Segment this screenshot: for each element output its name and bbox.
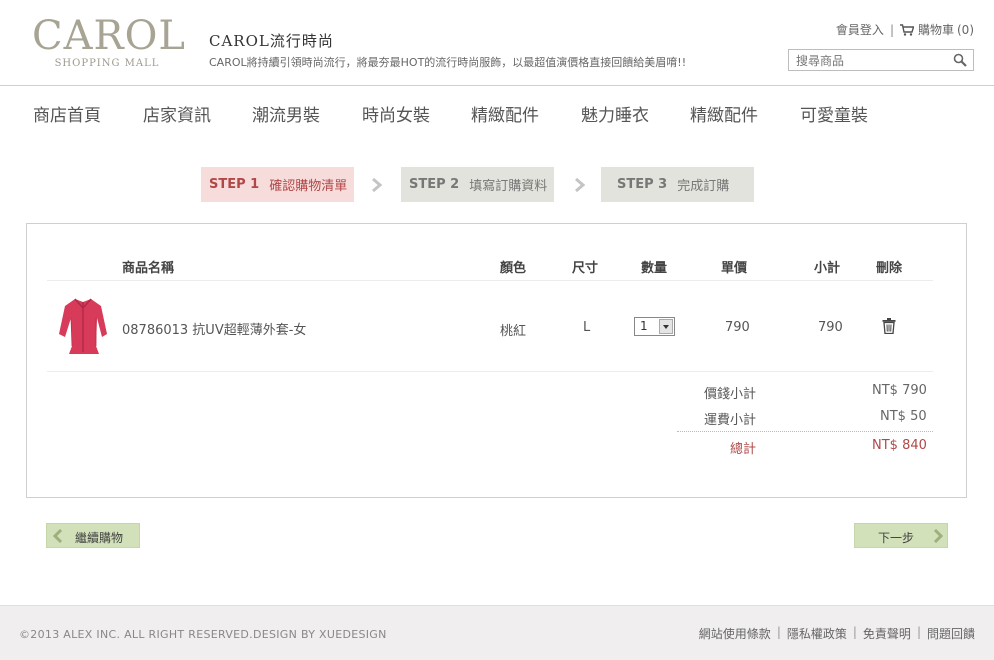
separator: | — [889, 22, 894, 37]
items-subtotal-label: 價錢小計 — [704, 387, 757, 402]
search-box — [788, 49, 974, 71]
nav-item-store-info[interactable]: 店家資訊 — [143, 101, 211, 126]
brand-title: CAROL流行時尚 — [209, 32, 334, 50]
product-price: 790 — [725, 320, 750, 335]
column-header-name: 商品名稱 — [122, 261, 175, 276]
product-subtotal: 790 — [818, 320, 843, 335]
nav-item-sleepwear[interactable]: 魅力睡衣 — [581, 101, 649, 126]
cart-count: (0) — [957, 22, 974, 37]
continue-shopping-button[interactable]: 繼續購物 — [46, 523, 140, 548]
nav-item-home[interactable]: 商店首頁 — [33, 101, 101, 126]
trash-icon[interactable] — [882, 318, 896, 334]
quantity-value: 1 — [640, 319, 648, 333]
total-label: 總計 — [730, 442, 757, 457]
main-nav: 商店首頁 店家資訊 潮流男裝 時尚女裝 精緻配件 魅力睡衣 精緻配件 可愛童裝 — [0, 87, 994, 137]
step-number: STEP 2 — [409, 177, 460, 192]
chevron-down-icon[interactable] — [659, 319, 673, 334]
step-number: STEP 1 — [209, 177, 260, 192]
quantity-select[interactable]: 1 — [634, 317, 675, 336]
step-number: STEP 3 — [617, 177, 668, 192]
nav-item-kids[interactable]: 可愛童裝 — [800, 101, 868, 126]
step-label: 確認購物清單 — [269, 179, 348, 194]
nav-item-accessories[interactable]: 精緻配件 — [471, 101, 539, 126]
step-2: STEP 2 填寫訂購資料 — [401, 167, 554, 202]
step-arrow-icon — [575, 177, 586, 193]
logo-text: CAROL — [32, 13, 186, 59]
top-links: 會員登入 | 購物車 (0) — [836, 21, 974, 38]
search-input[interactable] — [789, 51, 949, 71]
step-1: STEP 1 確認購物清單 — [201, 167, 354, 202]
cart-icon[interactable] — [899, 23, 914, 36]
product-name[interactable]: 08786013 抗UV超輕薄外套-女 — [122, 319, 306, 338]
cart-table: 商品名稱 顏色 尺寸 數量 單價 小計 刪除 08786013 抗UV超輕薄外套… — [26, 223, 967, 498]
site-header: CAROL SHOPPING MALL CAROL流行時尚 CAROL將持續引領… — [0, 0, 994, 86]
footer-link-terms[interactable]: 網站使用條款 — [699, 625, 771, 642]
column-header-qty: 數量 — [641, 261, 668, 276]
copyright: ©2013 ALEX INC. ALL RIGHT RESERVED.DESIG… — [19, 628, 387, 641]
logo-subtitle: SHOPPING MALL — [54, 58, 160, 69]
separator: | — [916, 625, 921, 639]
next-step-label: 下一步 — [878, 531, 915, 545]
footer-links: 網站使用條款 | 隱私權政策 | 免責聲明 | 問題回饋 — [699, 625, 975, 642]
column-header-delete: 刪除 — [876, 261, 903, 276]
divider — [47, 280, 933, 281]
product-color: 桃紅 — [500, 324, 527, 339]
divider — [677, 431, 933, 432]
footer-link-feedback[interactable]: 問題回饋 — [927, 625, 975, 642]
separator: | — [852, 625, 857, 639]
step-label: 完成訂購 — [677, 179, 730, 194]
column-header-color: 顏色 — [500, 261, 527, 276]
nav-item-women[interactable]: 時尚女裝 — [362, 101, 430, 126]
site-footer: ©2013 ALEX INC. ALL RIGHT RESERVED.DESIG… — [0, 605, 994, 660]
shipping-label: 運費小計 — [704, 413, 757, 428]
product-size: L — [583, 320, 591, 335]
logo[interactable]: CAROL SHOPPING MALL — [32, 13, 186, 69]
nav-item-accessories-2[interactable]: 精緻配件 — [690, 101, 758, 126]
step-arrow-icon — [372, 177, 383, 193]
next-step-button[interactable]: 下一步 — [854, 523, 948, 548]
divider — [47, 371, 933, 372]
column-header-subtotal: 小計 — [814, 261, 841, 276]
footer-link-privacy[interactable]: 隱私權政策 — [787, 625, 847, 642]
login-link[interactable]: 會員登入 — [836, 21, 884, 38]
step-3: STEP 3 完成訂購 — [601, 167, 754, 202]
chevron-left-icon — [53, 529, 63, 543]
footer-link-disclaimer[interactable]: 免責聲明 — [863, 625, 911, 642]
shipping-value: NT$ 50 — [880, 409, 927, 424]
cart-link[interactable]: 購物車 — [918, 21, 954, 38]
brand-slogan: CAROL將持續引領時尚流行，將最夯最HOT的流行時尚服飾，以最超值演價格直接回… — [209, 56, 687, 69]
column-header-size: 尺寸 — [572, 261, 599, 276]
chevron-right-icon — [933, 529, 943, 543]
separator: | — [776, 625, 781, 639]
nav-item-men[interactable]: 潮流男裝 — [252, 101, 320, 126]
search-icon[interactable] — [953, 53, 967, 67]
product-image[interactable] — [57, 296, 109, 356]
step-label: 填寫訂購資料 — [469, 179, 548, 194]
column-header-price: 單價 — [721, 261, 748, 276]
items-subtotal-value: NT$ 790 — [872, 383, 927, 398]
continue-shopping-label: 繼續購物 — [75, 531, 124, 545]
total-value: NT$ 840 — [872, 438, 927, 453]
